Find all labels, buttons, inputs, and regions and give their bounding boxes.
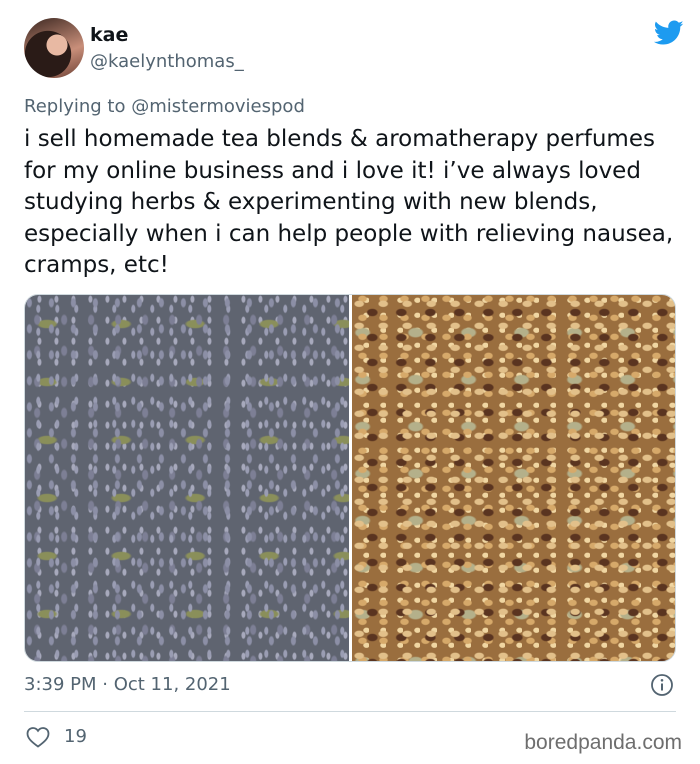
user-handle[interactable]: @kaelynthomas_ (90, 51, 244, 72)
lavender-tea-photo[interactable] (25, 295, 349, 661)
replying-prefix: Replying to (24, 96, 126, 117)
tweet-timestamp[interactable]: 3:39 PM · Oct 11, 2021 (24, 674, 231, 695)
info-icon[interactable] (650, 673, 674, 697)
tweet-header: kae @kaelynthomas_ (24, 18, 684, 80)
replying-to: Replying to @mistermoviespod (24, 96, 305, 117)
avatar[interactable] (24, 18, 84, 78)
reply-mention-link[interactable]: @mistermoviespod (131, 96, 305, 117)
like-count: 19 (64, 726, 87, 747)
heart-icon[interactable] (26, 726, 50, 748)
twitter-bird-icon[interactable] (654, 20, 684, 46)
tweet-text: i sell homemade tea blends & aromatherap… (24, 126, 674, 278)
tweet-media[interactable] (24, 294, 676, 662)
watermark: boredpanda.com (524, 731, 682, 754)
ginger-tea-blend-photo[interactable] (351, 295, 675, 661)
divider (24, 711, 676, 712)
display-name[interactable]: kae (90, 24, 128, 46)
